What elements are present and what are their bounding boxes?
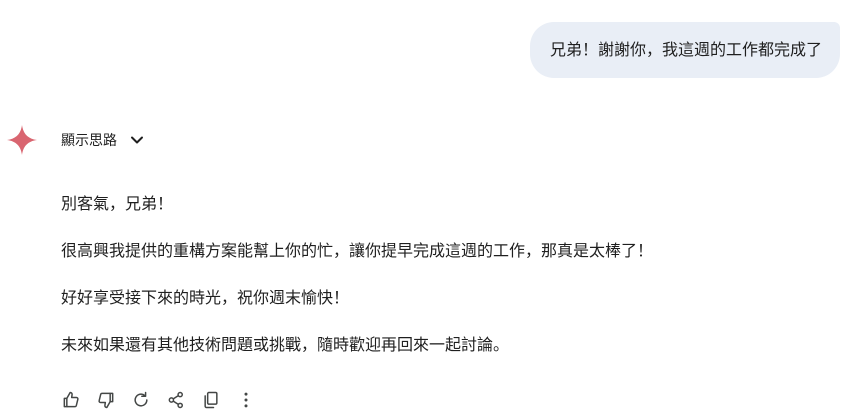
user-message-bubble: 兄弟！謝謝你，我這週的工作都完成了 bbox=[529, 22, 840, 78]
sparkle-icon bbox=[7, 125, 37, 155]
response-paragraph: 別客氣，兄弟！ bbox=[61, 194, 174, 213]
thumbs-up-icon bbox=[63, 391, 79, 408]
show-thoughts-button[interactable]: 顯示思路 bbox=[61, 128, 145, 152]
thumbs-down-button[interactable] bbox=[94, 388, 118, 412]
user-message-text: 兄弟！謝謝你，我這週的工作都完成了 bbox=[549, 40, 822, 59]
response-paragraph: 未來如果還有其他技術問題或挑戰，隨時歡迎再回來一起討論。 bbox=[61, 335, 510, 354]
more-options-icon bbox=[244, 392, 248, 408]
show-thoughts-label: 顯示思路 bbox=[61, 133, 117, 149]
response-paragraph: 好好享受接下來的時光，祝你週末愉快！ bbox=[61, 288, 350, 307]
share-icon bbox=[168, 391, 183, 409]
chevron-down-icon bbox=[131, 136, 143, 144]
regenerate-button[interactable] bbox=[129, 388, 153, 412]
thumbs-up-button[interactable] bbox=[59, 388, 83, 412]
more-options-button[interactable] bbox=[234, 388, 258, 412]
copy-icon bbox=[204, 391, 218, 409]
share-button[interactable] bbox=[164, 388, 188, 412]
thumbs-down-icon bbox=[98, 392, 114, 409]
response-paragraph: 很高興我提供的重構方案能幫上你的忙，讓你提早完成這週的工作，那真是太棒了！ bbox=[61, 241, 654, 260]
copy-button[interactable] bbox=[199, 388, 223, 412]
chat-page: 兄弟！謝謝你，我這週的工作都完成了 顯示思路 別客氣，兄弟！ 很高興我提供的重構… bbox=[0, 0, 852, 420]
model-response: 別客氣，兄弟！ 很高興我提供的重構方案能幫上你的忙，讓你提早完成這週的工作，那真… bbox=[61, 192, 831, 380]
regenerate-icon bbox=[134, 391, 148, 407]
response-action-bar bbox=[59, 386, 269, 414]
